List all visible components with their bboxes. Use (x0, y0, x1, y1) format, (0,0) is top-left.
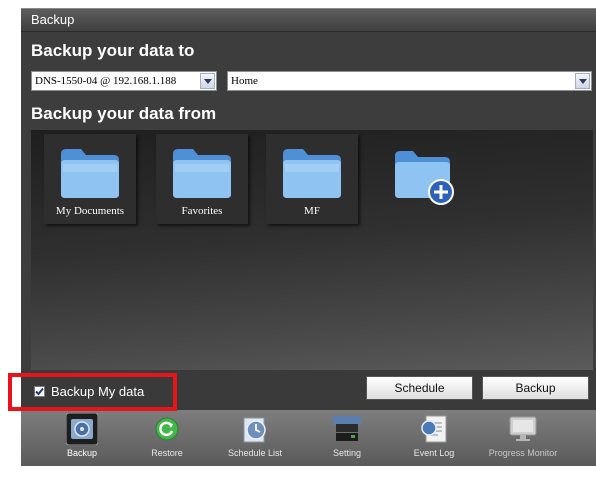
destination-heading: Backup your data to (31, 41, 195, 60)
backup-button[interactable]: Backup (482, 376, 589, 400)
folder-add-icon[interactable] (389, 144, 461, 210)
device-select-value: DNS-1550-04 @ 192.168.1.188 (35, 75, 177, 87)
dock-item-restore[interactable]: Restore (132, 410, 202, 466)
folder-icon (173, 149, 231, 198)
dock-label: Event Log (413, 448, 455, 458)
chevron-down-icon[interactable] (575, 73, 590, 89)
chevron-down-icon[interactable] (200, 73, 215, 89)
folder-label: My Documents (55, 205, 125, 217)
dock-item-backup[interactable]: Backup (47, 410, 117, 466)
progress-monitor-icon (509, 416, 537, 441)
setting-icon (333, 416, 361, 441)
dock-item-schedule-list[interactable]: Schedule List (220, 410, 290, 466)
title-bar: Backup (21, 8, 596, 32)
schedule-button[interactable]: Schedule (366, 376, 473, 400)
dock-label: Backup (66, 448, 98, 458)
folder-icon (61, 149, 119, 198)
dock-label: Schedule List (227, 448, 283, 458)
schedule-list-icon (243, 417, 266, 443)
dock-item-event-log[interactable]: Event Log (399, 410, 469, 466)
dock-item-progress-monitor[interactable]: Progress Monitor (488, 410, 558, 466)
folder-tile-my-documents[interactable]: My Documents (44, 134, 136, 224)
dock-label: Restore (151, 448, 183, 458)
folder-label: MF (304, 205, 320, 217)
bottom-dock: Backup Restore Schedule List Setting Eve… (21, 410, 596, 466)
backup-icon (66, 413, 98, 445)
folder-icon (283, 149, 341, 198)
event-log-icon (421, 415, 447, 443)
folder-select[interactable]: Home (227, 71, 592, 91)
highlight-box (8, 373, 177, 411)
device-select[interactable]: DNS-1550-04 @ 192.168.1.188 (31, 71, 217, 91)
folder-tile-favorites[interactable]: Favorites (156, 134, 248, 224)
window-title: Backup (31, 12, 75, 27)
source-heading: Backup your data from (31, 104, 217, 123)
folder-select-value: Home (231, 75, 258, 87)
dock-label: Progress Monitor (488, 448, 558, 458)
dock-item-setting[interactable]: Setting (312, 410, 382, 466)
folder-label: Favorites (181, 205, 223, 217)
folder-tile-mf[interactable]: MF (266, 134, 358, 224)
dock-label: Setting (332, 448, 362, 458)
restore-icon (155, 417, 179, 441)
